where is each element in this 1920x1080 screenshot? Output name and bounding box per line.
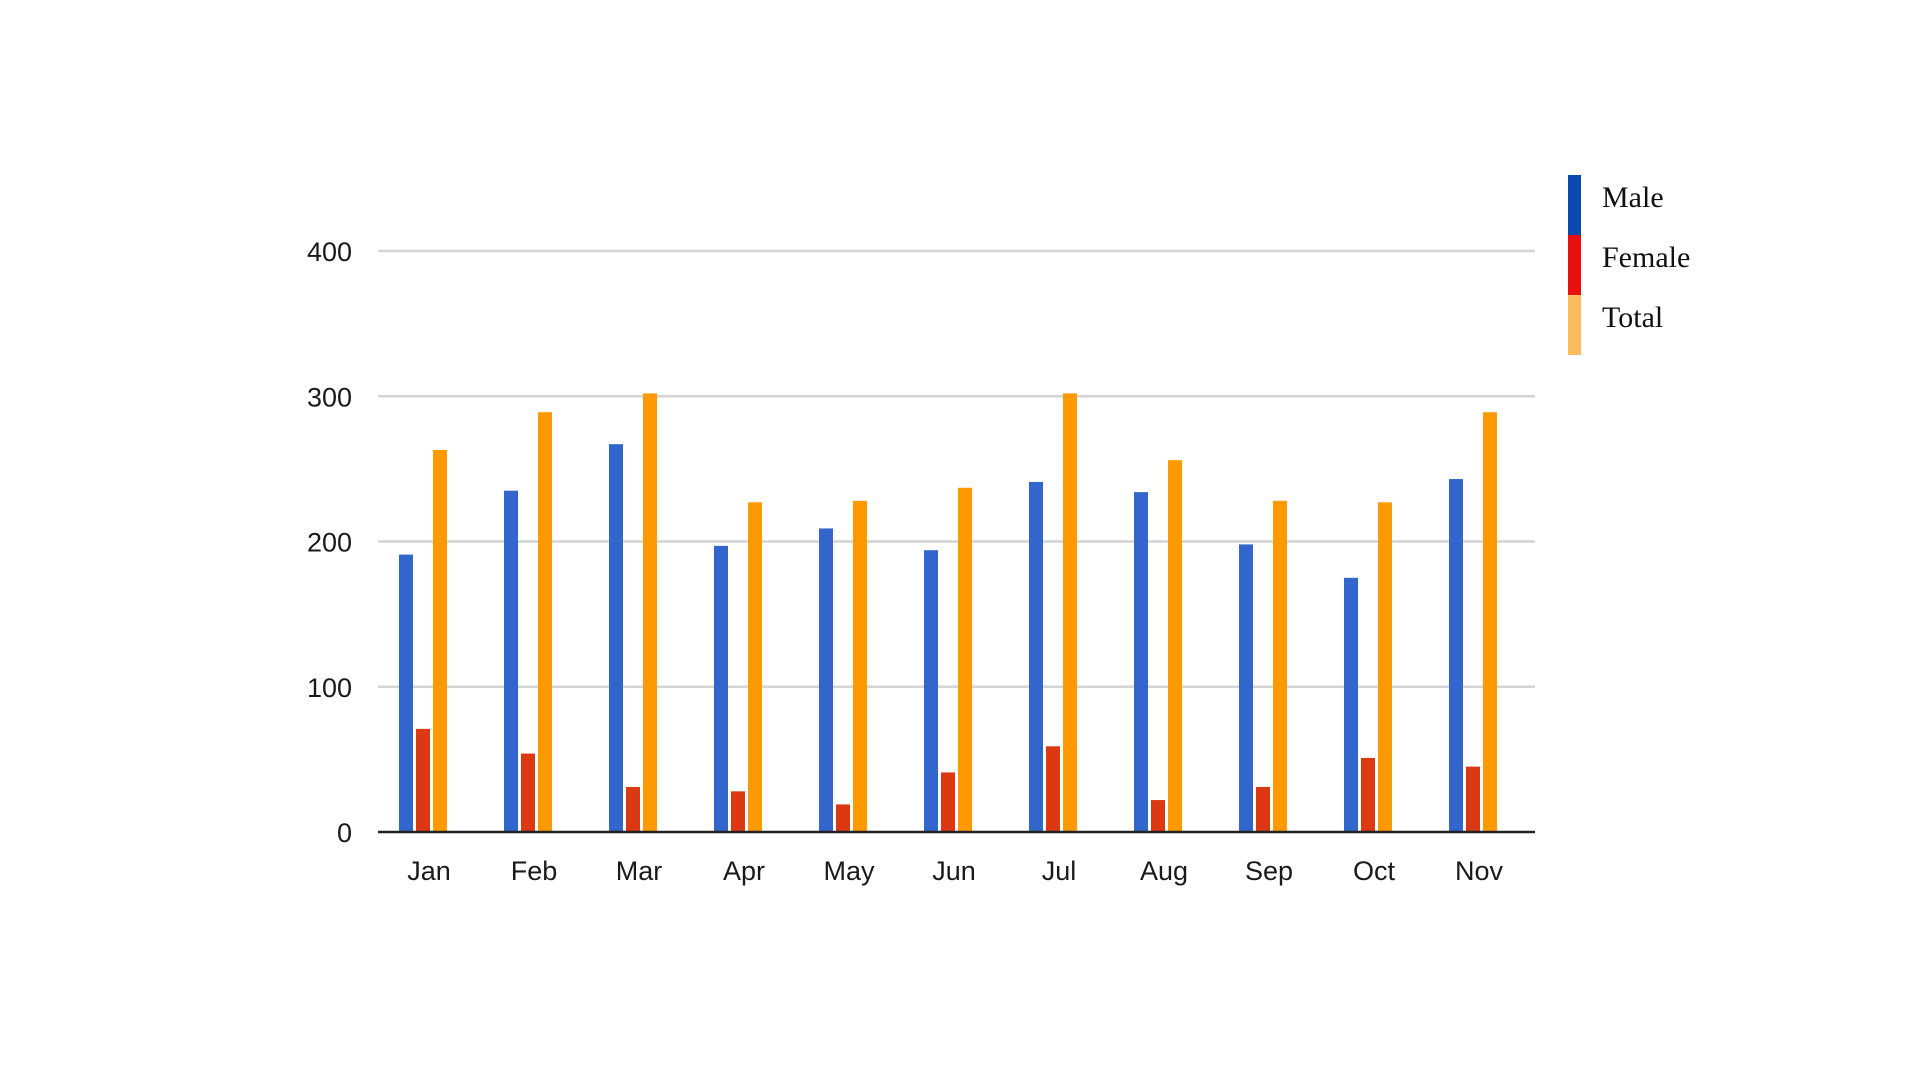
bar-chart: 0 100 200 300 400 Jan Feb Mar Apr May Jun Jul Aug Se… <box>307 237 1535 886</box>
x-tick-label: Sep <box>1245 856 1293 886</box>
bar-male-jul <box>1029 481 1043 832</box>
bar-female-nov <box>1466 766 1480 832</box>
bar-total-apr <box>748 502 762 832</box>
x-tick-label: Jan <box>407 856 451 886</box>
bars <box>399 393 1497 832</box>
bar-male-jan <box>399 554 413 832</box>
bar-female-jun <box>941 772 955 832</box>
x-tick-label: Nov <box>1455 856 1504 886</box>
bar-female-jan <box>416 728 430 832</box>
x-axis-tick-labels: Jan Feb Mar Apr May Jun Jul Aug Sep Oct Nov <box>407 856 1503 886</box>
x-tick-label: Mar <box>616 856 663 886</box>
bar-total-aug <box>1168 460 1182 832</box>
y-tick-label: 400 <box>307 237 352 267</box>
bar-total-sep <box>1273 500 1287 832</box>
legend-label-male: Male <box>1602 181 1664 214</box>
x-tick-label: Apr <box>723 856 765 886</box>
legend-swatch-male <box>1568 175 1581 235</box>
bar-total-jul <box>1063 393 1077 832</box>
bar-male-aug <box>1134 492 1148 832</box>
bar-female-apr <box>731 791 745 832</box>
bar-male-jun <box>924 550 938 832</box>
legend-label-female: Female <box>1602 241 1691 274</box>
bar-male-feb <box>504 490 518 832</box>
y-tick-label: 200 <box>307 528 352 558</box>
y-tick-label: 0 <box>337 818 352 848</box>
bar-male-sep <box>1239 544 1253 832</box>
bar-male-nov <box>1449 479 1463 832</box>
bar-female-aug <box>1151 800 1165 832</box>
legend-swatch-female <box>1568 235 1581 295</box>
legend-item-male[interactable]: Male <box>1568 175 1768 235</box>
bar-male-apr <box>714 545 728 832</box>
legend: Male Female Total <box>1568 175 1768 355</box>
y-tick-label: 100 <box>307 673 352 703</box>
x-tick-label: Feb <box>511 856 558 886</box>
x-tick-label: Oct <box>1353 856 1396 886</box>
bar-female-may <box>836 804 850 832</box>
bar-total-may <box>853 500 867 832</box>
legend-item-female[interactable]: Female <box>1568 235 1768 295</box>
bar-male-mar <box>609 444 623 832</box>
bar-female-jul <box>1046 746 1060 832</box>
bar-male-may <box>819 528 833 832</box>
x-tick-label: Jun <box>932 856 976 886</box>
bar-total-nov <box>1483 412 1497 832</box>
bar-female-sep <box>1256 786 1270 832</box>
legend-label-total: Total <box>1602 301 1664 334</box>
bar-female-mar <box>626 786 640 832</box>
bar-total-jun <box>958 487 972 832</box>
legend-swatch-total <box>1568 295 1581 355</box>
y-axis-tick-labels: 0 100 200 300 400 <box>307 237 352 848</box>
bar-male-oct <box>1344 577 1358 832</box>
bar-female-feb <box>521 753 535 832</box>
legend-item-total[interactable]: Total <box>1568 295 1768 355</box>
x-tick-label: Jul <box>1042 856 1077 886</box>
y-tick-label: 300 <box>307 382 352 412</box>
bar-total-oct <box>1378 502 1392 832</box>
bar-total-jan <box>433 449 447 832</box>
bar-female-oct <box>1361 757 1375 832</box>
x-tick-label: Aug <box>1140 856 1188 886</box>
x-tick-label: May <box>823 856 875 886</box>
bar-total-mar <box>643 393 657 832</box>
bar-total-feb <box>538 412 552 832</box>
